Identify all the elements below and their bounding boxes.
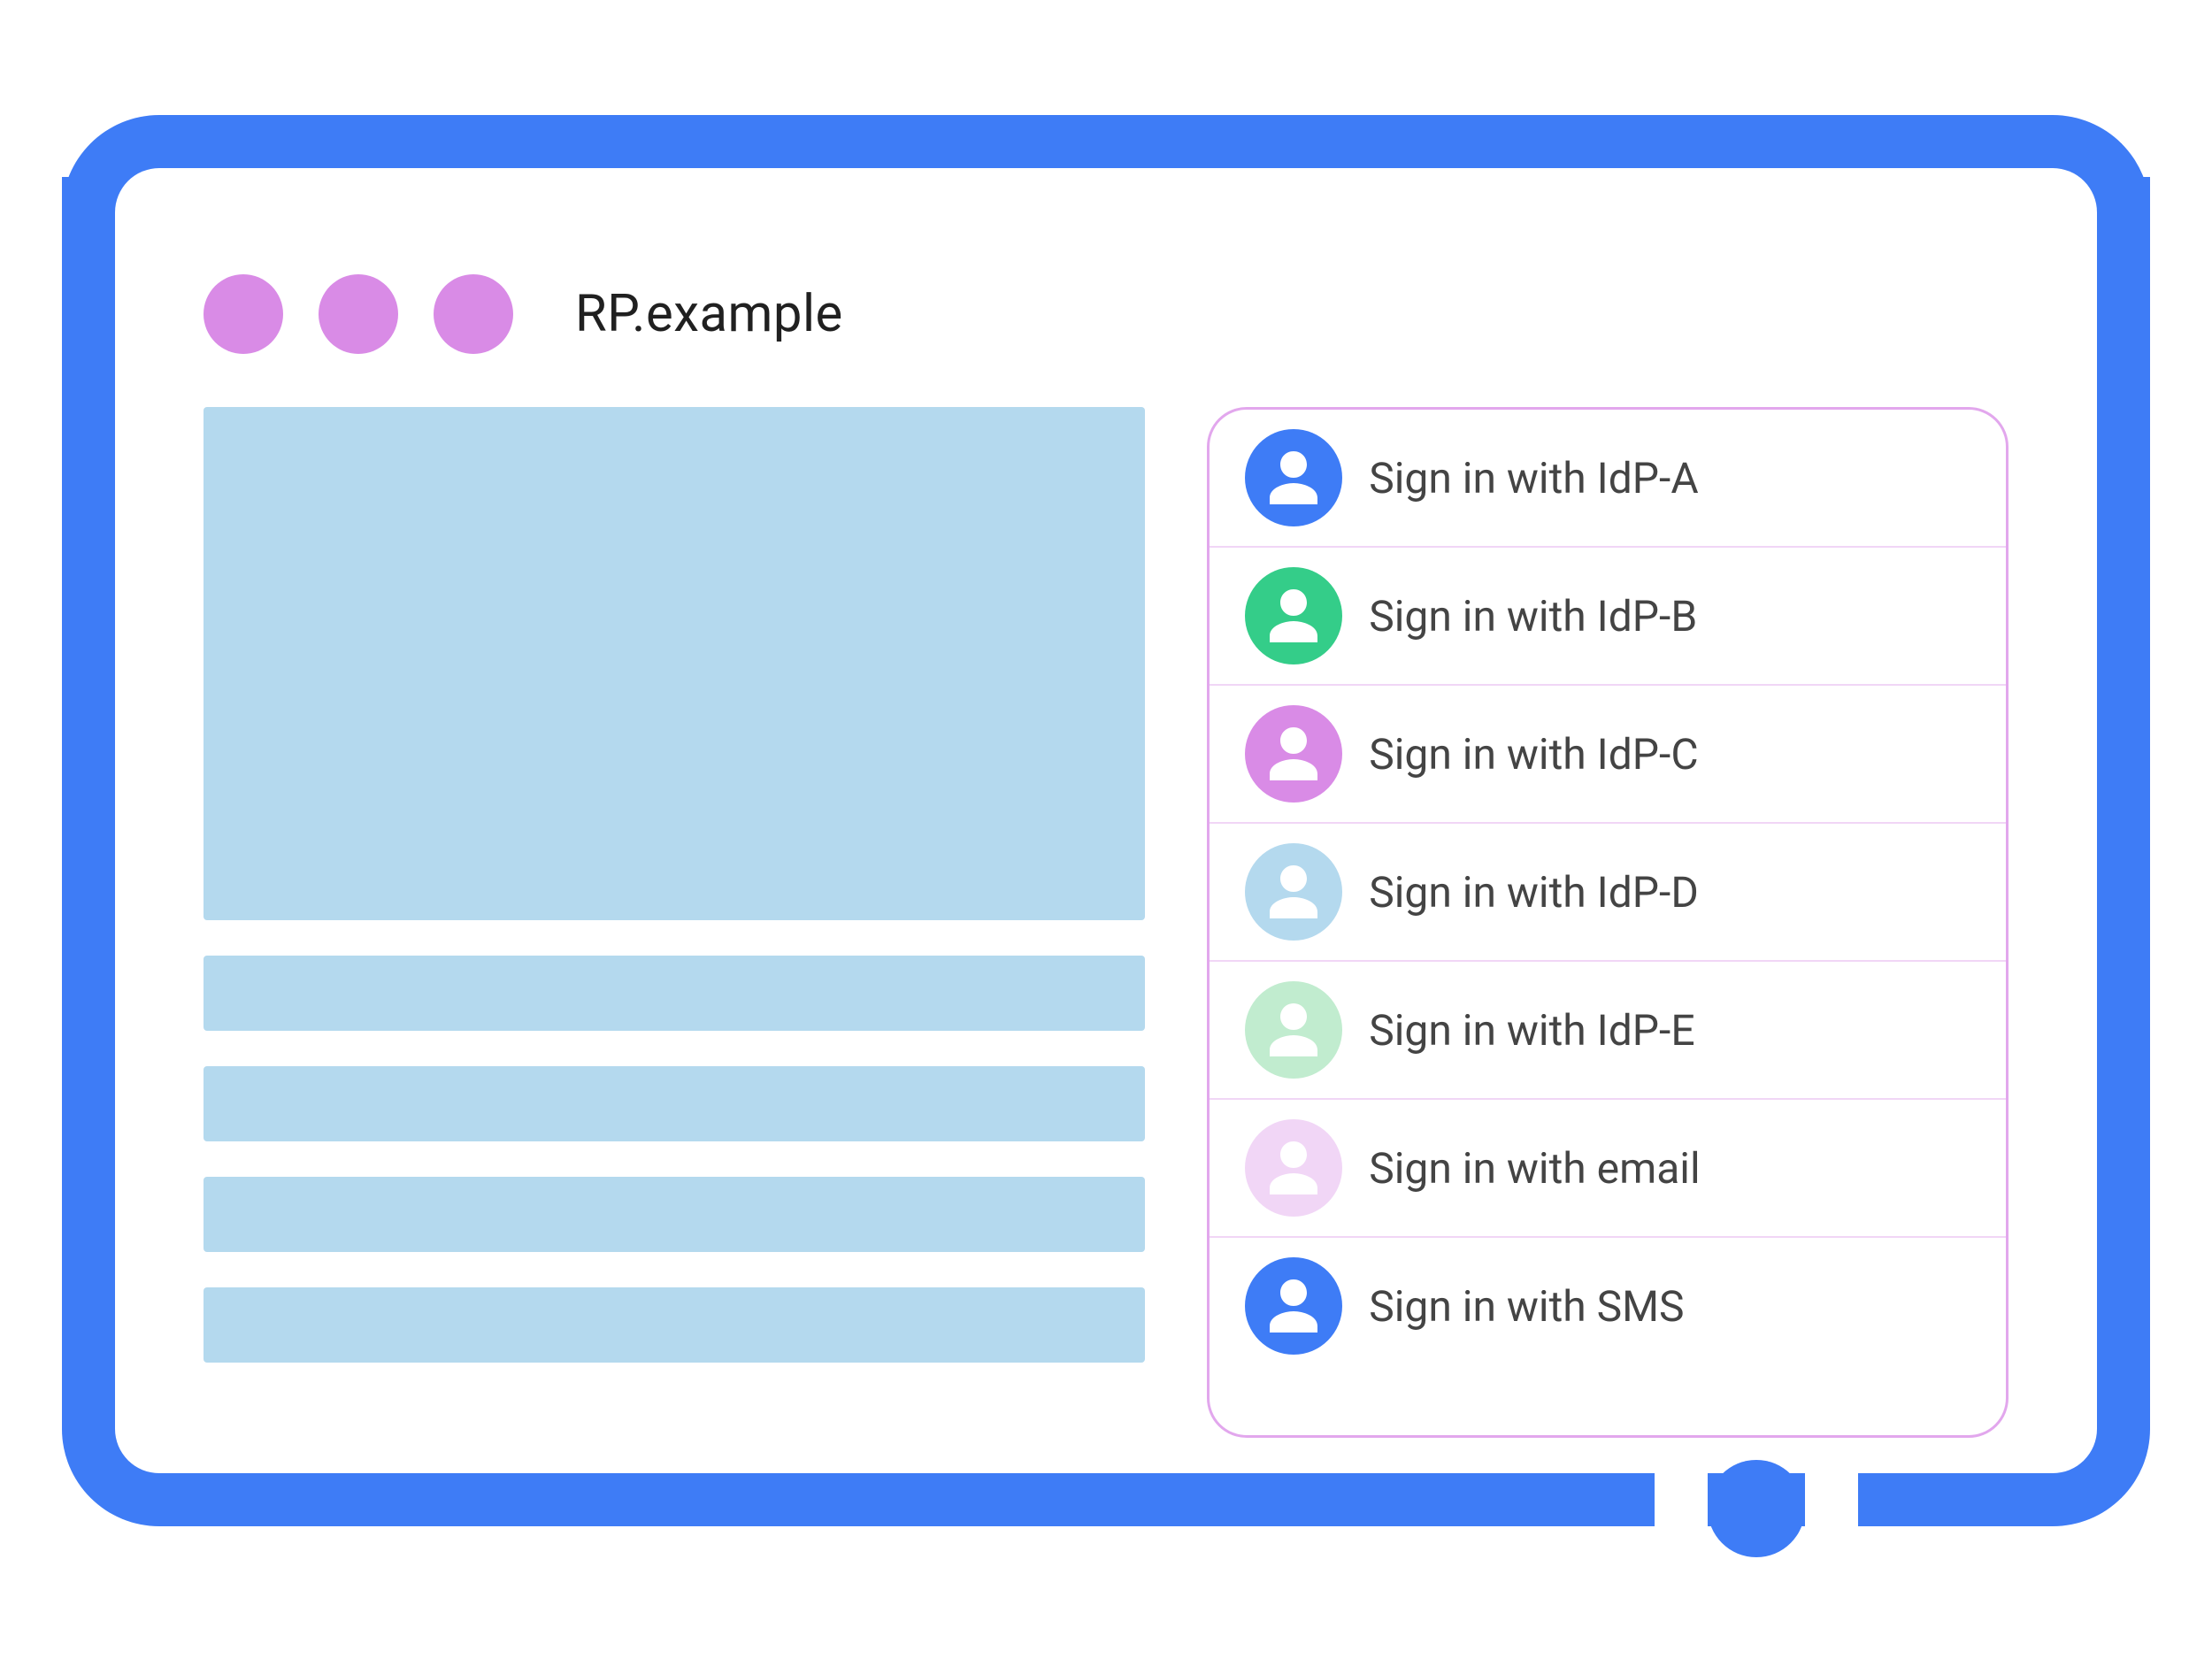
browser-window: RP.example Sign in with IdP-A Sign in wi…: [150, 239, 2062, 1438]
window-control-dot-1: [204, 274, 283, 354]
content-hero-placeholder: [204, 407, 1145, 920]
address-bar-url: RP.example: [575, 284, 843, 344]
signin-option-email[interactable]: Sign in with email: [1210, 1100, 2006, 1238]
signin-option-idp-e[interactable]: Sign in with IdP-E: [1210, 962, 2006, 1100]
frame-accent-dot: [1708, 1460, 1805, 1557]
account-icon: [1245, 1257, 1342, 1355]
signin-option-label: Sign in with IdP-B: [1369, 591, 1697, 641]
browser-titlebar: RP.example: [150, 239, 2062, 380]
signin-option-label: Sign in with SMS: [1369, 1281, 1684, 1332]
account-icon: [1245, 843, 1342, 941]
account-icon: [1245, 567, 1342, 664]
account-icon: [1245, 705, 1342, 803]
signin-option-label: Sign in with IdP-A: [1369, 453, 1698, 503]
content-line-placeholder: [204, 956, 1145, 1031]
frame-gap: [1655, 1473, 1708, 1526]
window-control-dot-2: [319, 274, 398, 354]
signin-option-label: Sign in with email: [1369, 1143, 1700, 1194]
signin-option-idp-a[interactable]: Sign in with IdP-A: [1210, 410, 2006, 548]
window-control-dot-3: [434, 274, 513, 354]
content-line-placeholder: [204, 1177, 1145, 1252]
signin-option-idp-c[interactable]: Sign in with IdP-C: [1210, 686, 2006, 824]
content-line-placeholder: [204, 1287, 1145, 1363]
page-content: Sign in with IdP-A Sign in with IdP-B Si…: [204, 407, 2008, 1438]
account-icon: [1245, 981, 1342, 1079]
account-icon: [1245, 1119, 1342, 1217]
signin-option-sms[interactable]: Sign in with SMS: [1210, 1238, 2006, 1374]
signin-option-label: Sign in with IdP-E: [1369, 1005, 1694, 1056]
signin-option-label: Sign in with IdP-D: [1369, 867, 1699, 918]
signin-option-label: Sign in with IdP-C: [1369, 729, 1698, 780]
signin-option-idp-b[interactable]: Sign in with IdP-B: [1210, 548, 2006, 686]
account-icon: [1245, 429, 1342, 526]
signin-option-idp-d[interactable]: Sign in with IdP-D: [1210, 824, 2006, 962]
content-placeholder-column: [204, 407, 1145, 1438]
signin-options-panel: Sign in with IdP-A Sign in with IdP-B Si…: [1207, 407, 2008, 1438]
content-line-placeholder: [204, 1066, 1145, 1141]
frame-gap: [1805, 1473, 1858, 1526]
